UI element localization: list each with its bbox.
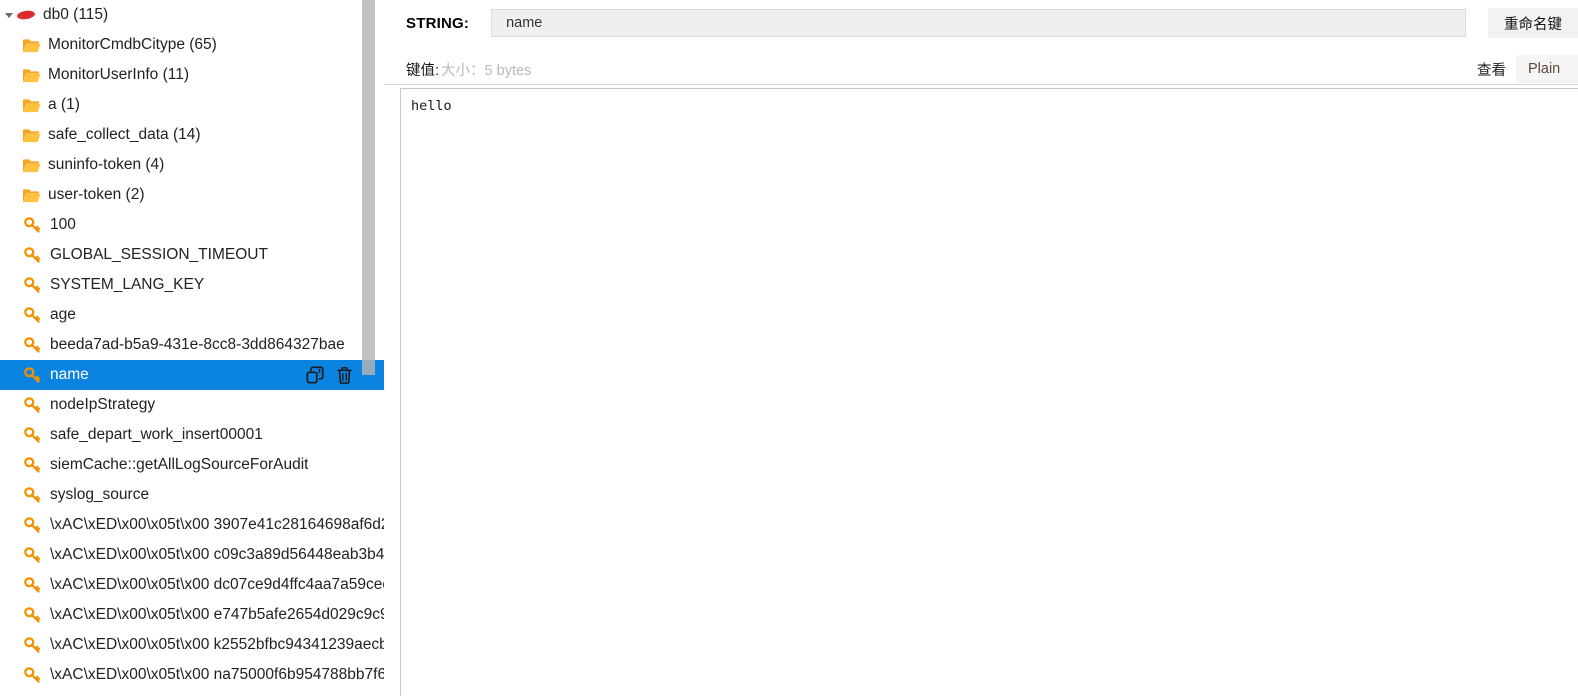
key-icon xyxy=(24,276,41,294)
tree-row-key[interactable]: age xyxy=(0,300,384,330)
tree-row-label: SYSTEM_LANG_KEY xyxy=(50,276,205,293)
key-name-input[interactable] xyxy=(491,9,1466,37)
tree-row-key[interactable]: nodeIpStrategy xyxy=(0,390,384,420)
tree-row-folder[interactable]: a (1) xyxy=(0,90,384,120)
key-icon xyxy=(24,606,41,624)
tree-row-key-partial[interactable] xyxy=(0,690,384,696)
tree-row-label: suninfo-token (4) xyxy=(48,156,165,173)
tree-row-label: \xAC\xED\x00\x05t\x00 c09c3a89d56448eab3… xyxy=(50,546,384,563)
redis-key-browser: db0 (115) MonitorCmdbCitype (65) Monitor… xyxy=(0,0,1578,696)
tree-row-key[interactable]: \xAC\xED\x00\x05t\x00 na75000f6b954788bb… xyxy=(0,660,384,690)
tree-row-key[interactable]: beeda7ad-b5a9-431e-8cc8-3dd864327bae xyxy=(0,330,384,360)
value-size-label: 大小：5 bytes xyxy=(441,62,532,79)
tree-row-key[interactable]: 100 xyxy=(0,210,384,240)
key-header-row: STRING: 重命名键 xyxy=(406,8,1578,38)
folder-icon xyxy=(22,66,41,85)
key-icon xyxy=(24,246,41,264)
tree-row-label: safe_collect_data (14) xyxy=(48,126,201,143)
key-tree-scrollbar[interactable] xyxy=(362,0,375,696)
folder-icon xyxy=(22,156,41,175)
key-icon xyxy=(24,516,41,534)
tree-row-label: a (1) xyxy=(48,96,80,113)
tree-row-label: \xAC\xED\x00\x05t\x00 na75000f6b954788bb… xyxy=(50,666,384,683)
key-icon xyxy=(24,336,41,354)
view-format-select[interactable]: Plain xyxy=(1516,55,1578,83)
key-type-label: STRING: xyxy=(406,14,470,32)
key-icon xyxy=(24,486,41,504)
folder-icon xyxy=(22,186,41,205)
tree-row-label: MonitorUserInfo (11) xyxy=(48,66,189,83)
tree-row-label: beeda7ad-b5a9-431e-8cc8-3dd864327bae xyxy=(50,336,345,353)
view-label: 查看 xyxy=(1477,62,1506,79)
folder-icon xyxy=(22,126,41,145)
key-detail-panel: STRING: 重命名键 键值: 大小：5 bytes 查看 Plain hel… xyxy=(384,0,1578,696)
key-tree-panel: db0 (115) MonitorCmdbCitype (65) Monitor… xyxy=(0,0,384,696)
tree-row-label: user-token (2) xyxy=(48,186,145,203)
tree-row-folder[interactable]: MonitorUserInfo (11) xyxy=(0,60,384,90)
key-tree-list: db0 (115) MonitorCmdbCitype (65) Monitor… xyxy=(0,0,384,696)
key-meta-row: 键值: 大小：5 bytes 查看 Plain xyxy=(406,55,1578,83)
folder-icon xyxy=(22,36,41,55)
tree-row-key[interactable]: \xAC\xED\x00\x05t\x00 c09c3a89d56448eab3… xyxy=(0,540,384,570)
tree-row-label: nodeIpStrategy xyxy=(50,396,156,413)
tree-row-label: \xAC\xED\x00\x05t\x00 e747b5afe2654d029c… xyxy=(50,606,384,623)
tree-row-label: \xAC\xED\x00\x05t\x00 3907e41c28164698af… xyxy=(50,516,384,533)
tree-row-key[interactable]: \xAC\xED\x00\x05t\x00 3907e41c28164698af… xyxy=(0,510,384,540)
tree-row-folder[interactable]: user-token (2) xyxy=(0,180,384,210)
tree-row-label: GLOBAL_SESSION_TIMEOUT xyxy=(50,246,268,263)
tree-row-label: name xyxy=(50,366,89,383)
folder-icon xyxy=(22,96,41,115)
value-label: 键值: xyxy=(406,62,440,79)
key-icon xyxy=(24,636,41,654)
tree-row-key[interactable]: \xAC\xED\x00\x05t\x00 k2552bfbc94341239a… xyxy=(0,630,384,660)
expander-collapse-icon[interactable] xyxy=(2,0,16,30)
tree-row-folder[interactable]: MonitorCmdbCitype (65) xyxy=(0,30,384,60)
tree-row-label: MonitorCmdbCitype (65) xyxy=(48,36,217,53)
tree-row-label: syslog_source xyxy=(50,486,150,503)
tree-row-folder[interactable]: safe_collect_data (14) xyxy=(0,120,384,150)
tree-row-key-selected[interactable]: name xyxy=(0,360,384,390)
tree-row-key[interactable]: siemCache::getAllLogSourceForAudit xyxy=(0,450,384,480)
rename-key-button[interactable]: 重命名键 xyxy=(1488,8,1578,38)
row-action-group xyxy=(306,360,354,390)
key-icon xyxy=(24,306,41,324)
key-icon xyxy=(24,396,41,414)
tree-row-label: \xAC\xED\x00\x05t\x00 dc07ce9d4ffc4aa7a5… xyxy=(50,576,384,593)
value-content: hello xyxy=(411,98,452,114)
database-diamond-icon xyxy=(16,5,36,25)
tree-row-label: siemCache::getAllLogSourceForAudit xyxy=(50,456,309,473)
tree-row-key[interactable]: \xAC\xED\x00\x05t\x00 dc07ce9d4ffc4aa7a5… xyxy=(0,570,384,600)
scrollbar-thumb[interactable] xyxy=(362,0,375,375)
key-icon xyxy=(24,546,41,564)
tree-row-label: age xyxy=(50,306,76,323)
key-icon xyxy=(24,576,41,594)
tree-row-key[interactable]: syslog_source xyxy=(0,480,384,510)
tree-row-label: \xAC\xED\x00\x05t\x00 k2552bfbc94341239a… xyxy=(50,636,384,653)
horizontal-rule xyxy=(384,84,1578,85)
key-icon xyxy=(24,456,41,474)
value-textarea[interactable]: hello xyxy=(400,88,1578,696)
key-icon xyxy=(24,216,41,234)
key-icon xyxy=(24,366,41,384)
tree-row-db0[interactable]: db0 (115) xyxy=(0,0,384,30)
key-icon xyxy=(24,666,41,684)
key-icon xyxy=(24,426,41,444)
tree-row-label: safe_depart_work_insert00001 xyxy=(50,426,263,443)
trash-icon[interactable] xyxy=(335,366,354,385)
tree-row-key[interactable]: GLOBAL_SESSION_TIMEOUT xyxy=(0,240,384,270)
tree-row-key[interactable]: SYSTEM_LANG_KEY xyxy=(0,270,384,300)
copy-key-icon[interactable] xyxy=(306,366,325,385)
tree-row-key[interactable]: safe_depart_work_insert00001 xyxy=(0,420,384,450)
tree-row-folder[interactable]: suninfo-token (4) xyxy=(0,150,384,180)
tree-row-label: 100 xyxy=(50,216,76,233)
tree-row-label: db0 (115) xyxy=(43,6,109,23)
tree-row-key[interactable]: \xAC\xED\x00\x05t\x00 e747b5afe2654d029c… xyxy=(0,600,384,630)
